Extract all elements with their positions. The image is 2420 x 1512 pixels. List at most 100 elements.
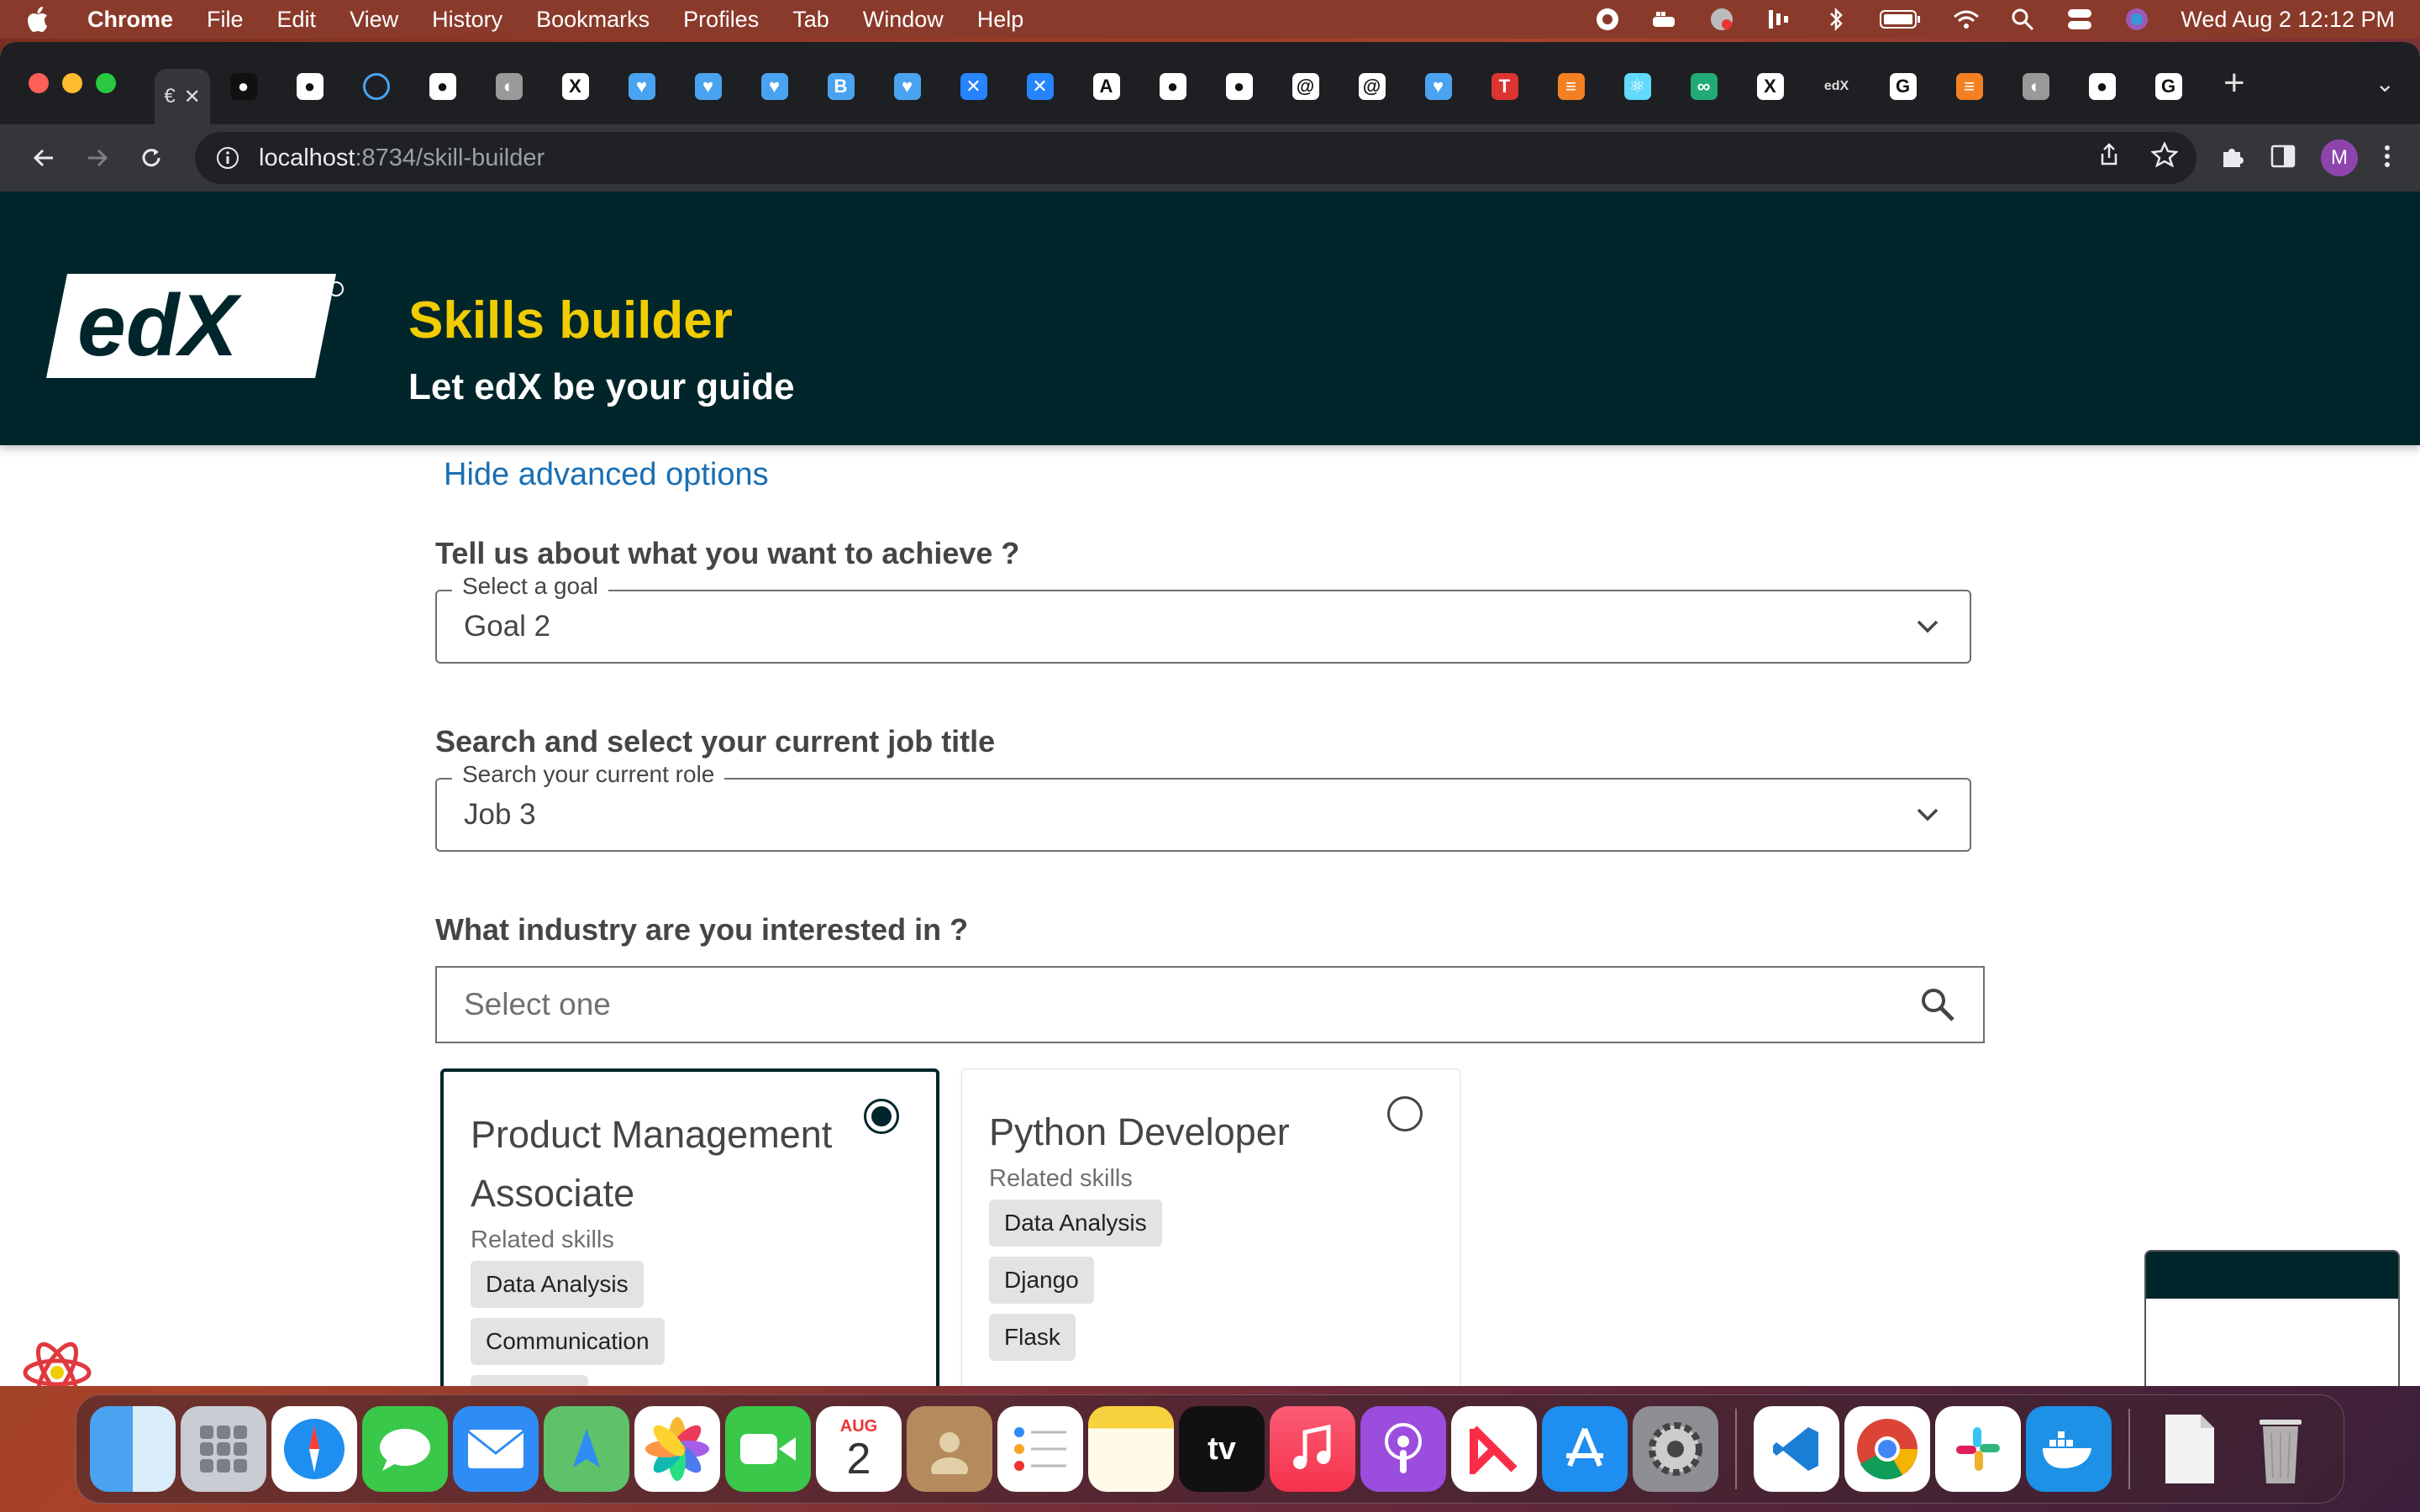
safari-icon[interactable]: [271, 1406, 357, 1492]
bookmark-star-icon[interactable]: [2150, 140, 2179, 174]
browser-tab[interactable]: ●: [409, 59, 476, 114]
browser-tab[interactable]: ●: [2069, 59, 2135, 114]
browser-tab[interactable]: ⚛: [1604, 59, 1670, 114]
browser-tab[interactable]: edX: [1803, 59, 1870, 114]
zoom-window-button[interactable]: [96, 73, 116, 93]
react-devtools-icon[interactable]: [22, 1337, 92, 1386]
podcasts-icon[interactable]: [1360, 1406, 1446, 1492]
chevron-down-icon[interactable]: [1912, 800, 1943, 830]
browser-tab[interactable]: ●: [1139, 59, 1206, 114]
text-file-icon[interactable]: [2147, 1406, 2233, 1492]
mail-icon[interactable]: [453, 1406, 539, 1492]
menu-file[interactable]: File: [207, 7, 244, 33]
extensions-puzzle-icon[interactable]: [2220, 144, 2245, 173]
wifi-icon[interactable]: [1952, 6, 1980, 33]
search-icon[interactable]: [1919, 986, 1956, 1023]
browser-tab[interactable]: ●: [276, 59, 343, 114]
menu-profiles[interactable]: Profiles: [683, 7, 759, 33]
radio-unselected-icon[interactable]: [1387, 1096, 1423, 1131]
tab-search-chevron-icon[interactable]: ⌄: [2375, 70, 2395, 97]
browser-tab[interactable]: @: [1272, 59, 1339, 114]
career-card-python-developer[interactable]: Python Developer Related skills Data Ana…: [961, 1068, 1460, 1386]
forward-button[interactable]: [74, 134, 121, 181]
browser-tab[interactable]: X: [542, 59, 608, 114]
goal-select[interactable]: Select a goal Goal 2: [435, 573, 1971, 664]
menu-help[interactable]: Help: [977, 7, 1024, 33]
notes-icon[interactable]: [1088, 1406, 1174, 1492]
menu-bookmarks[interactable]: Bookmarks: [536, 7, 650, 33]
spotlight-search-icon[interactable]: [2009, 6, 2036, 33]
browser-tab[interactable]: ✕: [940, 59, 1007, 114]
contacts-icon[interactable]: [907, 1406, 992, 1492]
minimize-window-button[interactable]: [62, 73, 82, 93]
edx-logo[interactable]: edX: [42, 267, 345, 385]
trash-icon[interactable]: [2238, 1406, 2323, 1492]
browser-tab[interactable]: G: [2135, 59, 2202, 114]
browser-tab[interactable]: A: [1073, 59, 1139, 114]
close-window-button[interactable]: [29, 73, 49, 93]
browser-tab[interactable]: B: [808, 59, 874, 114]
apple-tv-icon[interactable]: tv: [1179, 1406, 1265, 1492]
creative-cloud-icon[interactable]: [1594, 6, 1621, 33]
browser-tab[interactable]: ♥: [741, 59, 808, 114]
menu-edit[interactable]: Edit: [277, 7, 317, 33]
industry-search-input[interactable]: Select one: [435, 966, 1985, 1043]
browser-tab[interactable]: @: [1339, 59, 1405, 114]
chrome-icon[interactable]: [1844, 1406, 1930, 1492]
maps-icon[interactable]: [544, 1406, 629, 1492]
slack-icon[interactable]: [1935, 1406, 2021, 1492]
back-button[interactable]: [20, 134, 67, 181]
browser-tab[interactable]: ≡: [1936, 59, 2002, 114]
profile-avatar[interactable]: M: [2321, 139, 2358, 176]
address-bar[interactable]: localhost:8734/skill-builder: [195, 132, 2196, 184]
photos-icon[interactable]: [634, 1406, 720, 1492]
apple-icon[interactable]: [25, 5, 50, 34]
vscode-icon[interactable]: [1754, 1406, 1839, 1492]
browser-tab[interactable]: ∞: [1670, 59, 1737, 114]
browser-tab[interactable]: ◐: [476, 59, 542, 114]
browser-tab[interactable]: T: [1471, 59, 1538, 114]
browser-tab[interactable]: ●: [210, 59, 276, 114]
browser-tab[interactable]: ♥: [1405, 59, 1471, 114]
screenshot-preview-thumbnail[interactable]: [2144, 1250, 2400, 1386]
bluetooth-icon[interactable]: [1823, 6, 1849, 33]
menu-window[interactable]: Window: [863, 7, 944, 33]
finder-icon[interactable]: [90, 1406, 176, 1492]
reminders-icon[interactable]: [997, 1406, 1083, 1492]
share-icon[interactable]: [2097, 142, 2121, 174]
news-icon[interactable]: [1451, 1406, 1537, 1492]
docker-status-icon[interactable]: [1651, 6, 1678, 33]
app-store-icon[interactable]: [1542, 1406, 1628, 1492]
tab-close-icon[interactable]: ✕: [184, 85, 201, 109]
facetime-icon[interactable]: [725, 1406, 811, 1492]
system-settings-icon[interactable]: [1633, 1406, 1718, 1492]
siri-icon[interactable]: [2123, 6, 2150, 33]
music-icon[interactable]: [1270, 1406, 1355, 1492]
browser-tab[interactable]: ♥: [675, 59, 741, 114]
job-select[interactable]: Search your current role Job 3: [435, 761, 1971, 852]
audio-bars-icon[interactable]: [1765, 6, 1792, 33]
menu-app-name[interactable]: Chrome: [87, 7, 173, 33]
browser-tab[interactable]: ◐: [2002, 59, 2069, 114]
browser-tab[interactable]: ♥: [874, 59, 940, 114]
tab-active[interactable]: € ✕: [155, 69, 210, 124]
new-tab-button[interactable]: +: [2223, 62, 2245, 104]
browser-tab[interactable]: ≡: [1538, 59, 1604, 114]
control-center-icon[interactable]: [2066, 6, 2093, 33]
site-info-icon[interactable]: [213, 144, 242, 172]
career-card-product-management[interactable]: Product Management Associate Related ski…: [440, 1068, 939, 1386]
side-panel-icon[interactable]: [2270, 144, 2296, 172]
vpn-globe-icon[interactable]: [1708, 6, 1735, 33]
messages-icon[interactable]: [362, 1406, 448, 1492]
browser-tab[interactable]: [343, 59, 409, 114]
browser-tab[interactable]: ♥: [608, 59, 675, 114]
chrome-menu-icon[interactable]: [2383, 144, 2391, 173]
browser-tab[interactable]: X: [1737, 59, 1803, 114]
reload-button[interactable]: [128, 134, 175, 181]
battery-icon[interactable]: [1880, 6, 1922, 33]
menu-history[interactable]: History: [432, 7, 502, 33]
menu-view[interactable]: View: [350, 7, 398, 33]
menu-tab[interactable]: Tab: [792, 7, 829, 33]
radio-selected-icon[interactable]: [864, 1099, 899, 1134]
hide-advanced-options-link[interactable]: Hide advanced options: [444, 457, 769, 493]
